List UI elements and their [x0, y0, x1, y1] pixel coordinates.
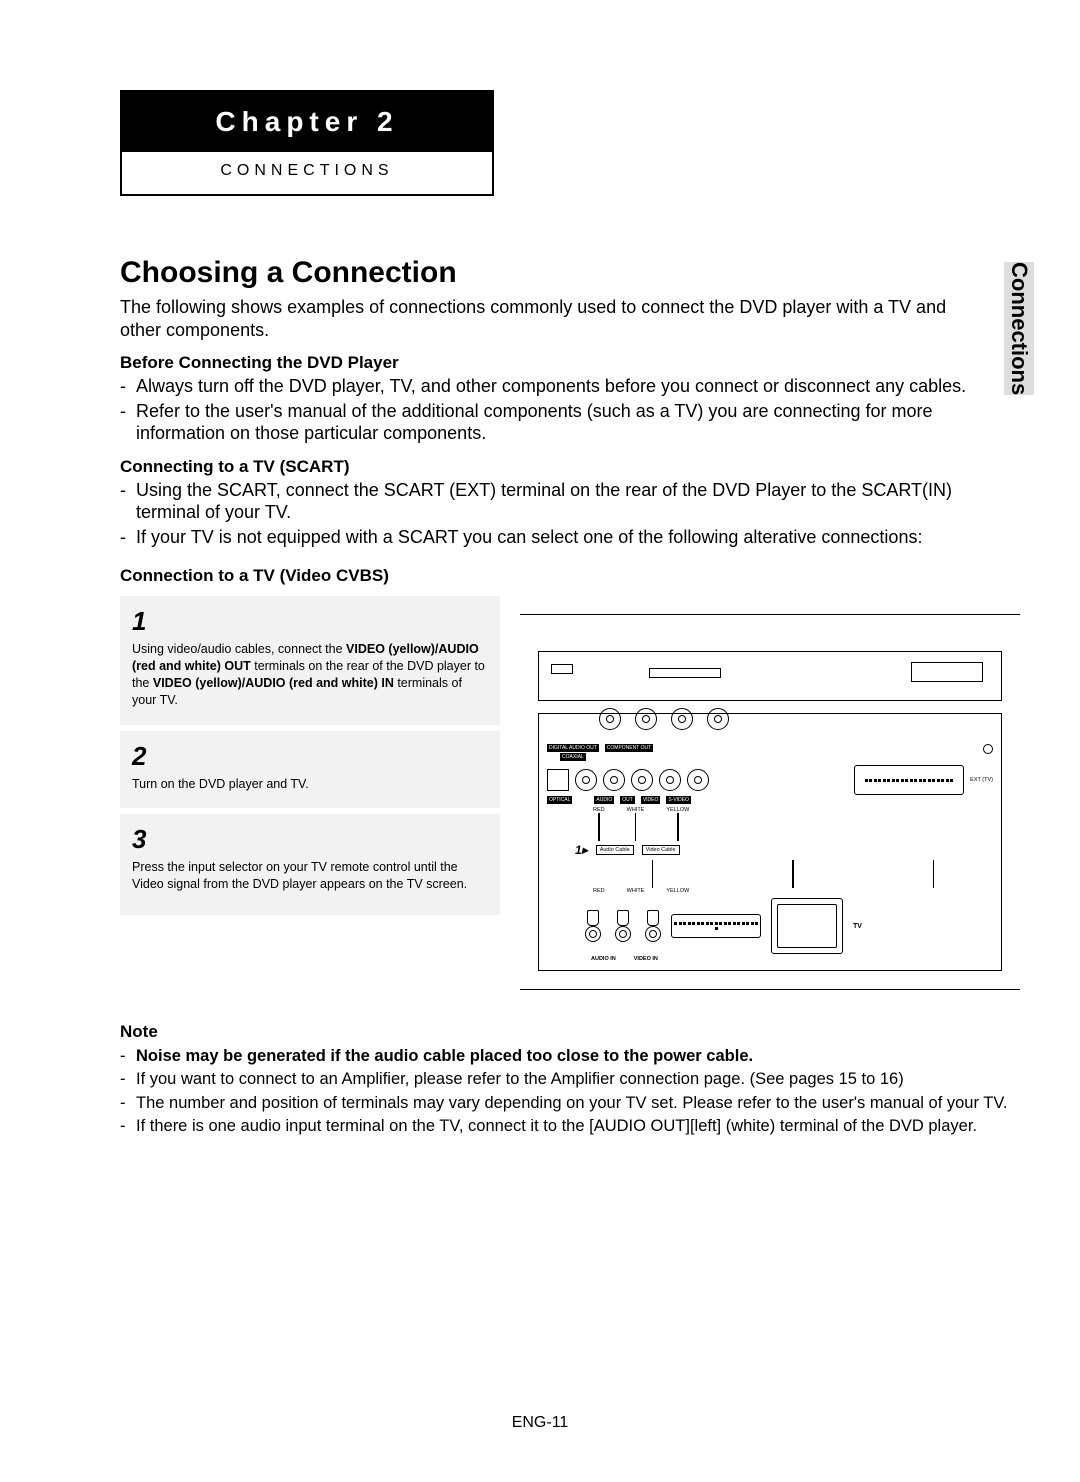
note-bold: Noise may be generated if the audio cabl…: [136, 1047, 753, 1065]
steps-column: 1 Using video/audio cables, connect the …: [120, 596, 500, 990]
list-item: Noise may be generated if the audio cabl…: [120, 1046, 1020, 1067]
list-item: Always turn off the DVD player, TV, and …: [120, 375, 990, 398]
scart-port-icon: [671, 914, 761, 938]
jack-icon: [575, 769, 597, 791]
label: OUT: [620, 796, 635, 804]
step-number: 2: [132, 741, 488, 772]
list-item: If you want to connect to an Amplifier, …: [120, 1069, 1020, 1090]
step-3: 3 Press the input selector on your TV re…: [120, 814, 500, 915]
jack-icon: [659, 769, 681, 791]
label: S-VIDEO: [666, 796, 691, 804]
screw-icon: [983, 744, 993, 754]
notes-list: Noise may be generated if the audio cabl…: [120, 1046, 1020, 1138]
plug-icon: [617, 910, 629, 926]
notes-heading: Note: [120, 1022, 1020, 1042]
intro-text: The following shows examples of connecti…: [120, 296, 990, 341]
jack-icon: [615, 926, 631, 942]
label: TV: [853, 923, 862, 930]
chapter-box: Chapter 2 CONNECTIONS: [120, 90, 494, 196]
step-2: 2 Turn on the DVD player and TV.: [120, 731, 500, 809]
label: YELLOW: [666, 888, 689, 894]
cvbs-heading: Connection to a TV (Video CVBS): [120, 566, 1020, 586]
label: WHITE: [627, 888, 645, 894]
list-item: If your TV is not equipped with a SCART …: [120, 526, 990, 549]
step-text: Using video/audio cables, connect the VI…: [132, 641, 488, 709]
label: VIDEO IN: [634, 956, 658, 962]
step-marker-icon: 1▸: [575, 843, 588, 857]
jack-icon: [687, 769, 709, 791]
chapter-title: Chapter 2: [122, 92, 492, 152]
label: Video Cable: [642, 845, 680, 855]
label: RED: [593, 888, 605, 894]
text: Using video/audio cables, connect the: [132, 642, 346, 656]
scart-list: Using the SCART, connect the SCART (EXT)…: [120, 479, 990, 549]
scart-port-icon: [854, 765, 964, 795]
chapter-subtitle: CONNECTIONS: [122, 152, 492, 194]
plug-icon: [647, 910, 659, 926]
jack-icon: [599, 708, 621, 730]
side-tab: Connections: [1004, 262, 1034, 395]
notes-section: Note Noise may be generated if the audio…: [120, 1022, 1020, 1138]
scart-heading: Connecting to a TV (SCART): [120, 457, 1020, 477]
label: AUDIO: [594, 796, 614, 804]
connector-panel-icon: DIGITAL AUDIO OUT COAXIAL COMPONENT OUT: [538, 713, 1002, 971]
list-item: Using the SCART, connect the SCART (EXT)…: [120, 479, 990, 524]
section-heading: Choosing a Connection: [120, 256, 1020, 290]
jack-icon: [671, 708, 693, 730]
jack-icon: [645, 926, 661, 942]
list-item: The number and position of terminals may…: [120, 1093, 1020, 1114]
list-item: Refer to the user's manual of the additi…: [120, 400, 990, 445]
label: Audio Cable: [596, 845, 634, 855]
label: OPTICAL: [547, 796, 572, 804]
tv-icon: [771, 898, 843, 954]
label: COMPONENT OUT: [605, 744, 653, 752]
jack-icon: [707, 708, 729, 730]
label: AUDIO IN: [591, 956, 616, 962]
dvd-rear-icon: [538, 651, 1002, 701]
before-heading: Before Connecting the DVD Player: [120, 353, 1020, 373]
page-number: ENG-11: [0, 1414, 1080, 1432]
label: COAXIAL: [560, 753, 586, 761]
optical-port-icon: [547, 769, 569, 791]
step-number: 3: [132, 824, 488, 855]
list-item: If there is one audio input terminal on …: [120, 1116, 1020, 1137]
plug-icon: [587, 910, 599, 926]
step-number: 1: [132, 606, 488, 637]
connection-diagram: DIGITAL AUDIO OUT COAXIAL COMPONENT OUT: [520, 596, 1020, 990]
before-list: Always turn off the DVD player, TV, and …: [120, 375, 990, 445]
jack-icon: [631, 769, 653, 791]
label: EXT (TV): [970, 777, 993, 783]
text-bold: VIDEO (yellow)/AUDIO (red and white) IN: [153, 676, 394, 690]
jack-icon: [603, 769, 625, 791]
jack-icon: [585, 926, 601, 942]
jack-icon: [635, 708, 657, 730]
step-text: Press the input selector on your TV remo…: [132, 859, 488, 893]
step-1: 1 Using video/audio cables, connect the …: [120, 596, 500, 725]
step-text: Turn on the DVD player and TV.: [132, 776, 488, 793]
label: DIGITAL AUDIO OUT: [547, 744, 599, 752]
label: VIDEO: [641, 796, 661, 804]
